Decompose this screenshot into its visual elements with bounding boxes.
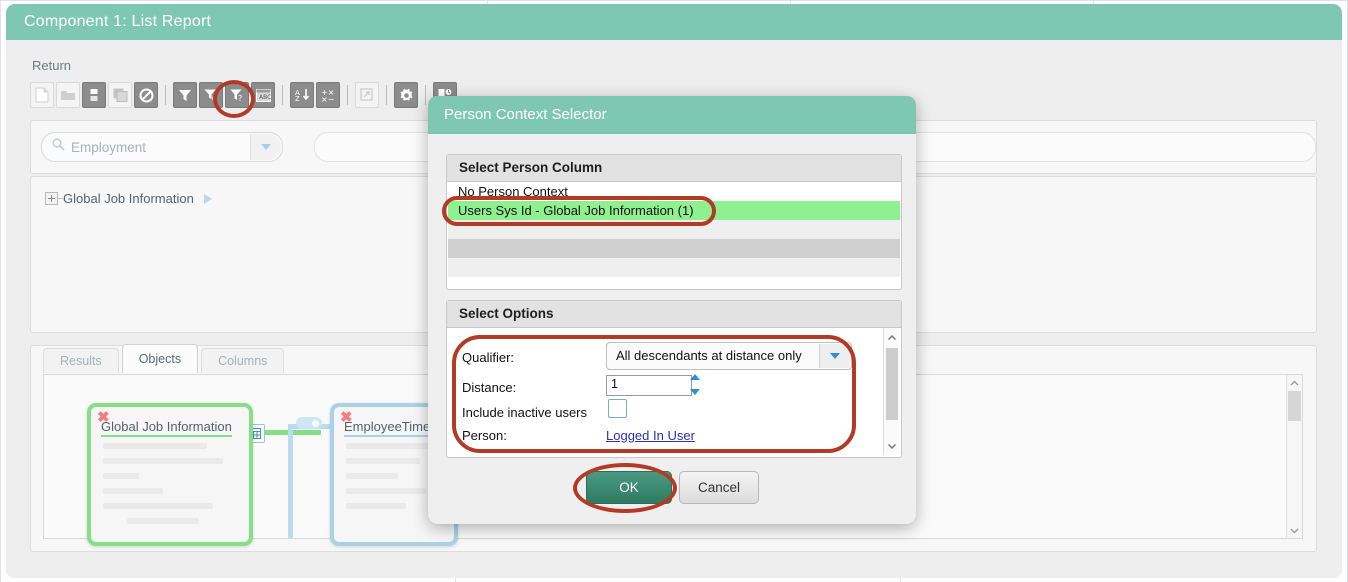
join-line-blue-vertical: [288, 424, 293, 538]
frame-line-left: [0, 0, 1, 582]
select-person-column-header: Select Person Column: [447, 155, 901, 182]
filter-settings-icon[interactable]: [199, 82, 223, 108]
cancel-button[interactable]: Cancel: [679, 471, 759, 504]
sort-az-icon[interactable]: AZ: [290, 82, 314, 108]
entity-title: Global Job Information: [101, 419, 232, 437]
search-icon: [52, 138, 65, 156]
save-icon[interactable]: [82, 82, 106, 108]
plus-icon[interactable]: [45, 192, 58, 205]
entity-field: [127, 518, 199, 524]
list-item-selected[interactable]: Users Sys Id - Global Job Information (1…: [448, 201, 900, 220]
stepper-down-icon[interactable]: [690, 389, 700, 395]
application-window: Component 1: List Report Return ? ABC A …: [0, 0, 1348, 582]
svg-text:ABC: ABC: [259, 94, 271, 101]
qualifier-label: Qualifier:: [462, 350, 515, 365]
entity-field: [346, 503, 406, 509]
scroll-up-icon[interactable]: [884, 328, 900, 346]
list-item[interactable]: No Person Context: [448, 182, 900, 201]
entity-field-list: [346, 443, 432, 518]
distance-value: 1: [611, 377, 618, 391]
tab-results[interactable]: Results: [43, 348, 119, 373]
svg-text:?: ?: [238, 94, 242, 102]
export-icon[interactable]: [355, 82, 379, 108]
search-placeholder: Employment: [71, 139, 147, 155]
qualifier-select[interactable]: All descendants at distance only: [606, 342, 852, 370]
window-title: Component 1: List Report: [6, 4, 1342, 40]
scroll-down-icon[interactable]: [884, 437, 900, 455]
entity-global-job-information[interactable]: ✖ Global Job Information: [87, 403, 253, 546]
search-dropdown-button[interactable]: [250, 134, 281, 160]
entity-field: [346, 443, 432, 449]
entity-field: [103, 473, 139, 479]
chevron-down-icon: [830, 353, 840, 359]
search-input[interactable]: Employment: [41, 132, 283, 162]
svg-text:×−: ×−: [321, 95, 334, 102]
svg-text:Z: Z: [295, 95, 300, 102]
tab-bar: Results Objects Columns: [43, 344, 287, 373]
person-label: Person:: [462, 428, 507, 443]
distance-label: Distance:: [462, 380, 517, 395]
scroll-up-icon[interactable]: [1287, 375, 1302, 390]
chevron-down-icon: [261, 144, 271, 150]
filter-icon[interactable]: [173, 82, 197, 108]
entity-field: [103, 458, 223, 464]
link-toggle-icon[interactable]: [296, 417, 322, 429]
toolbar-separator-4: [386, 85, 387, 105]
select-person-column-section: Select Person Column No Person Context U…: [446, 154, 902, 290]
calculation-icon[interactable]: +× ×−: [316, 82, 340, 108]
qualifier-value: All descendants at distance only: [616, 348, 802, 363]
toolbar: ? ABC AZ +× ×−: [30, 82, 457, 108]
qualifier-dropdown-button[interactable]: [819, 344, 850, 368]
distance-input[interactable]: 1: [606, 375, 692, 396]
new-document-icon[interactable]: [30, 82, 54, 108]
options-scrollbar[interactable]: [883, 328, 900, 455]
ok-button[interactable]: OK: [586, 471, 672, 504]
canvas-scrollbar[interactable]: [1286, 375, 1302, 538]
list-item[interactable]: [448, 220, 900, 239]
cancel-block-icon[interactable]: [134, 82, 158, 108]
options-scroll-thumb[interactable]: [886, 348, 898, 420]
person-column-list: No Person Context Users Sys Id - Global …: [448, 182, 900, 277]
entity-field-list: [103, 443, 223, 533]
entity-title: EmployeeTime: [344, 419, 431, 437]
entity-field: [103, 503, 213, 509]
tab-columns[interactable]: Columns: [201, 348, 285, 373]
stepper-up-icon[interactable]: [690, 374, 700, 380]
toolbar-separator-3: [347, 85, 348, 105]
entity-field: [103, 443, 207, 449]
canvas-scroll-thumb[interactable]: [1288, 391, 1301, 421]
select-options-header: Select Options: [447, 301, 901, 328]
dialog-title: Person Context Selector: [428, 96, 916, 134]
frame-line-top: [0, 0, 1348, 1]
settings-gear-icon[interactable]: [394, 82, 418, 108]
list-item[interactable]: [448, 258, 900, 277]
select-options-section: Select Options Qualifier: All descendant…: [446, 300, 902, 458]
distance-stepper[interactable]: [690, 374, 703, 395]
tab-objects[interactable]: Objects: [121, 344, 199, 373]
list-item[interactable]: [448, 239, 900, 258]
toolbar-separator-2: [282, 85, 283, 105]
entity-field: [346, 473, 398, 479]
entity-field: [346, 488, 426, 494]
save-as-icon[interactable]: [108, 82, 132, 108]
include-inactive-checkbox[interactable]: [608, 399, 627, 418]
entity-field: [346, 458, 420, 464]
play-arrow-icon[interactable]: [203, 193, 212, 204]
include-inactive-label: Include inactive users: [462, 405, 588, 420]
options-form: Qualifier: All descendants at distance o…: [448, 328, 884, 455]
filter-prompt-icon[interactable]: ?: [225, 82, 249, 108]
scroll-down-icon[interactable]: [1287, 523, 1302, 538]
toolbar-separator-5: [425, 85, 426, 105]
person-value-link[interactable]: Logged In User: [606, 428, 695, 443]
entity-field: [103, 488, 163, 494]
tree-node[interactable]: Global Job Information: [45, 191, 212, 206]
parameters-icon[interactable]: ABC: [251, 82, 275, 108]
return-label: Return: [32, 58, 72, 73]
toolbar-separator: [165, 85, 166, 105]
open-folder-icon[interactable]: [56, 82, 80, 108]
tree-node-label: Global Job Information: [63, 191, 194, 206]
